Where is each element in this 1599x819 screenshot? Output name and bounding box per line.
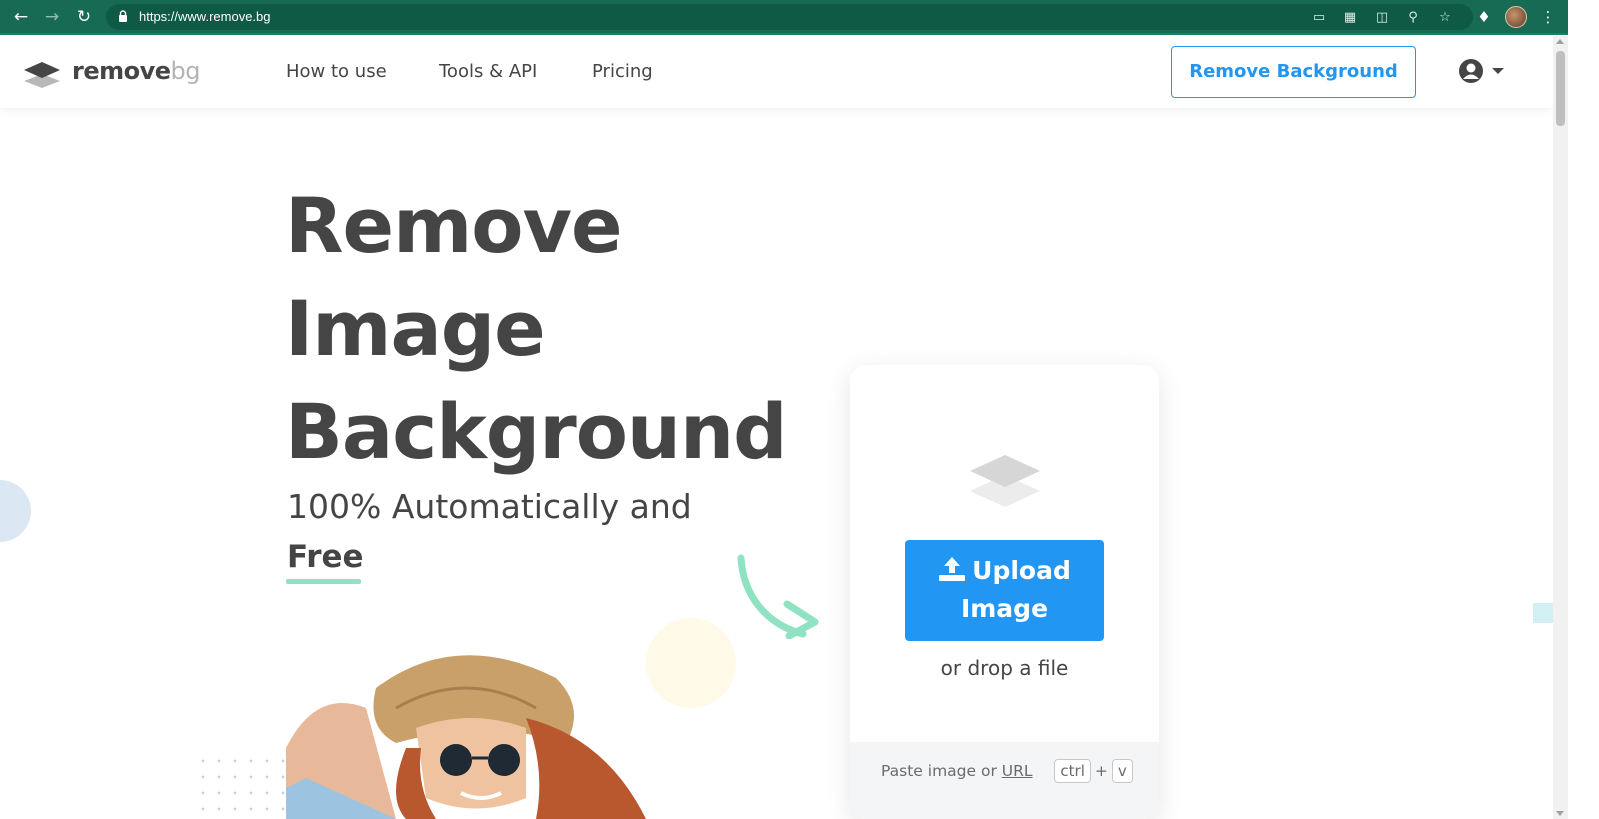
- back-icon[interactable]: ←: [11, 7, 31, 27]
- drop-file-text: or drop a file: [940, 656, 1069, 680]
- key-v: v: [1111, 759, 1133, 783]
- translate-icon[interactable]: ◫: [1374, 10, 1390, 26]
- hero-title-line: Image: [285, 284, 546, 373]
- upload-icon: [939, 557, 966, 581]
- browser-toolbar: ← → ↻ https://www.remove.bg ▭ ▦ ◫ ⚲ ☆ ♦ …: [0, 0, 1599, 35]
- hero-title-line: Background: [285, 387, 788, 476]
- decorative-square: [1533, 603, 1553, 623]
- key-plus: +: [1094, 762, 1108, 780]
- paste-hint: Paste image or URL ctrl + v: [881, 759, 1133, 783]
- cast-icon[interactable]: ▭: [1311, 10, 1327, 26]
- account-menu[interactable]: [1458, 58, 1506, 86]
- paste-url-link[interactable]: URL: [1002, 762, 1033, 780]
- hero-title: Remove Image Background: [285, 174, 845, 483]
- layers-logo-icon: [24, 62, 60, 88]
- nav-how-to-use[interactable]: How to use: [286, 61, 387, 83]
- qr-icon[interactable]: ▦: [1342, 10, 1358, 26]
- user-icon: [1459, 59, 1483, 83]
- profile-icon[interactable]: [1505, 6, 1527, 28]
- lock-icon: [119, 10, 127, 22]
- upload-button-label: Upload: [972, 556, 1071, 585]
- star-icon[interactable]: ☆: [1437, 10, 1453, 26]
- decorative-half-circle: [0, 480, 31, 542]
- nav-pricing[interactable]: Pricing: [592, 61, 653, 83]
- scroll-thumb[interactable]: [1556, 51, 1565, 126]
- upload-button-label: Image: [960, 594, 1049, 623]
- highlight-underline: [286, 579, 361, 584]
- decorative-circle: [646, 618, 736, 708]
- reload-icon[interactable]: ↻: [74, 7, 94, 27]
- window-edge: [1568, 0, 1599, 819]
- scroll-up-arrow-icon[interactable]: [1556, 39, 1564, 44]
- chevron-down-icon: [1492, 68, 1504, 74]
- nav-tools-api[interactable]: Tools & API: [439, 61, 537, 83]
- address-bar[interactable]: https://www.remove.bg ▭ ▦ ◫ ⚲ ☆: [106, 4, 1473, 30]
- paste-prefix: Paste image or: [881, 762, 997, 780]
- hero-free-highlight: Free: [287, 539, 364, 575]
- page-scrollbar[interactable]: [1553, 36, 1568, 819]
- hero-subtitle: 100% Automatically and: [287, 487, 692, 526]
- zoom-icon[interactable]: ⚲: [1405, 10, 1421, 26]
- scroll-down-arrow-icon[interactable]: [1556, 811, 1564, 816]
- extensions-icon[interactable]: ♦: [1474, 7, 1494, 27]
- menu-icon[interactable]: ⋮: [1538, 7, 1558, 27]
- upload-card: Upload Image or drop a file Paste image …: [850, 365, 1159, 819]
- paste-footer: Paste image or URL ctrl + v: [850, 742, 1159, 819]
- upload-image-button[interactable]: Upload Image: [905, 540, 1104, 641]
- sample-photo: [286, 655, 646, 819]
- key-ctrl: ctrl: [1054, 759, 1091, 783]
- forward-icon[interactable]: →: [42, 7, 62, 27]
- page-content: removebg How to use Tools & API Pricing …: [0, 36, 1553, 819]
- logo[interactable]: removebg: [22, 57, 212, 90]
- site-header: removebg How to use Tools & API Pricing …: [0, 36, 1553, 108]
- curved-arrow-icon: [737, 554, 819, 639]
- decorative-dots: [195, 753, 285, 813]
- logo-text: removebg: [72, 57, 201, 85]
- url-text[interactable]: https://www.remove.bg: [139, 8, 271, 26]
- hero-title-line: Remove: [285, 181, 623, 270]
- remove-background-button[interactable]: Remove Background: [1171, 46, 1416, 98]
- layers-icon: [970, 455, 1040, 507]
